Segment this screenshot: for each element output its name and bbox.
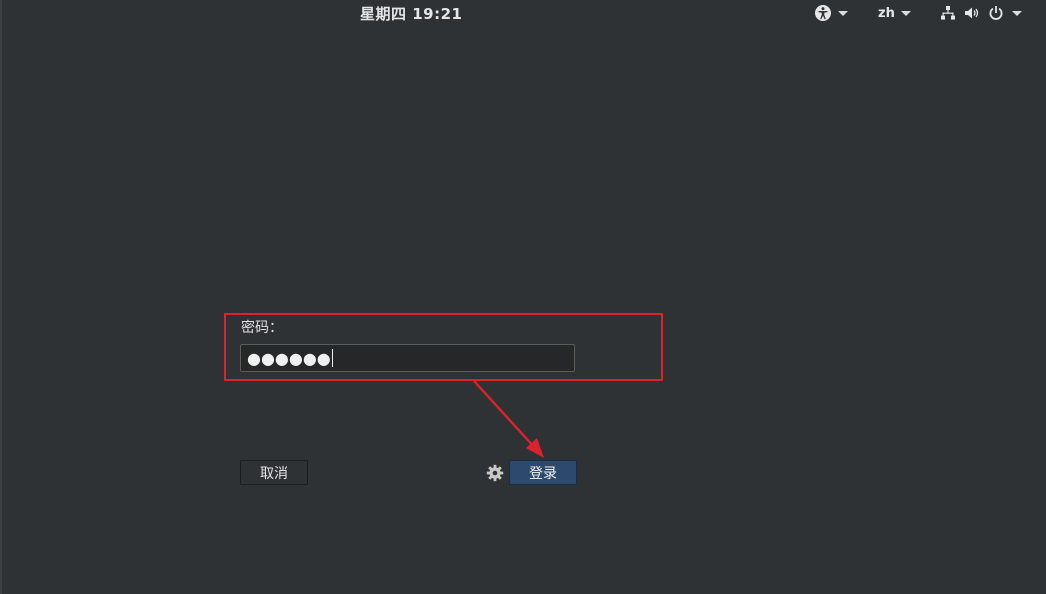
chevron-down-icon [1012, 10, 1022, 16]
annotation-arrow [473, 380, 544, 458]
language-label: zh [878, 5, 895, 21]
gear-icon[interactable] [486, 464, 504, 482]
network-icon [941, 6, 955, 20]
cancel-button[interactable]: 取消 [240, 460, 308, 485]
accessibility-icon [815, 5, 831, 21]
login-button[interactable]: 登录 [509, 460, 577, 485]
chevron-down-icon [900, 10, 911, 16]
volume-icon [965, 7, 979, 19]
language-menu[interactable]: zh [878, 2, 911, 24]
system-menu[interactable] [940, 2, 1022, 24]
annotation-highlight-box [224, 313, 663, 381]
accessibility-menu[interactable] [814, 2, 848, 24]
power-icon [989, 6, 1003, 20]
clock[interactable]: 星期四 19:21 [360, 3, 462, 24]
chevron-down-icon [838, 10, 848, 16]
